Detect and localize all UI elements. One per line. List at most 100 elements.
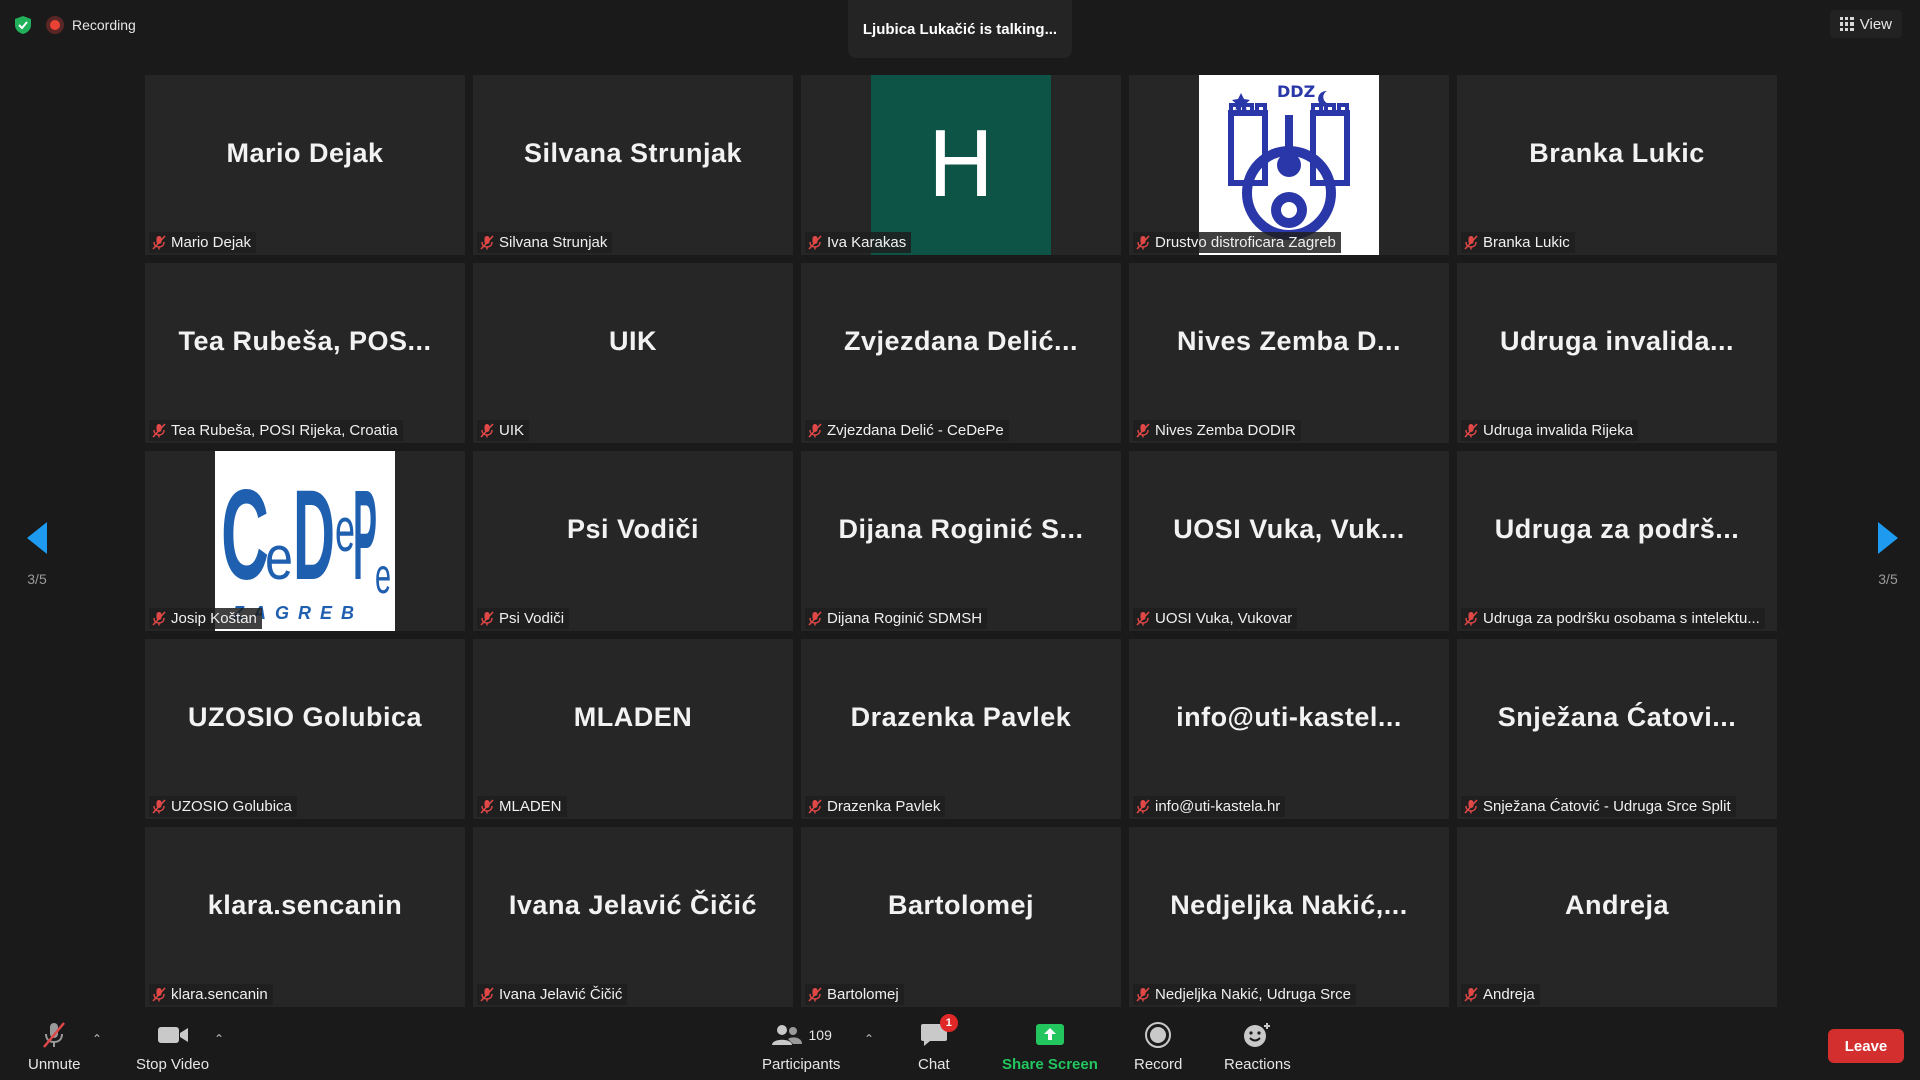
participant-tile[interactable]: Nives Zemba D... Nives Zemba DODIR [1129,263,1449,443]
share-screen-label: Share Screen [1002,1056,1098,1073]
stop-video-button[interactable]: Stop Video [136,1020,209,1073]
participant-name-label: UIK [477,420,530,441]
participant-tile[interactable]: H Iva Karakas [801,75,1121,255]
svg-text:e: e [335,496,355,565]
participant-name-label: Mario Dejak [149,232,257,253]
participant-display-name: info@uti-kastel... [1176,701,1402,732]
participant-name-text: Iva Karakas [827,234,907,251]
muted-mic-icon [1136,423,1150,438]
participant-name-label: Udruga invalida Rijeka [1461,420,1639,441]
participant-tile[interactable]: DDZ Drustvo distroficara Zagreb [1129,75,1449,255]
audio-options-caret-icon[interactable]: ⌃ [92,1032,102,1046]
muted-mic-icon [1136,611,1150,626]
participant-tile[interactable]: Udruga invalida... Udruga invalida Rijeka [1457,263,1777,443]
participant-name-text: MLADEN [499,798,562,815]
participant-tile[interactable]: Udruga za podrš... Udruga za podršku osob… [1457,451,1777,631]
participant-name-text: Silvana Strunjak [499,234,608,251]
record-dot-icon [46,16,64,34]
participant-tile[interactable]: Tea Rubeša, POS... Tea Rubeša, POSI Rijek… [145,263,465,443]
leave-button[interactable]: Leave [1828,1029,1904,1063]
participant-tile[interactable]: Zvjezdana Delić... Zvjezdana Delić - CeDe… [801,263,1121,443]
muted-mic-icon [808,987,822,1002]
share-screen-icon [1035,1020,1065,1050]
participant-name-text: Tea Rubeša, POSI Rijeka, Croatia [171,422,398,439]
reactions-label: Reactions [1224,1056,1291,1073]
participant-name-text: Drustvo distroficara Zagreb [1155,234,1336,251]
view-button[interactable]: View [1829,10,1902,38]
people-icon [771,1025,802,1045]
participant-tile[interactable]: Nedjeljka Nakić,... Nedjeljka Nakić, Udru… [1129,827,1449,1007]
recording-indicator[interactable]: Recording [46,16,136,34]
participant-tile[interactable]: Snježana Ćatovi... Snježana Ćatović - Udr… [1457,639,1777,819]
video-options-caret-icon[interactable]: ⌃ [214,1032,224,1046]
participant-tile[interactable]: Branka Lukic Branka Lukic [1457,75,1777,255]
participant-display-name: Mario Dejak [226,137,384,168]
chat-button[interactable]: 1 Chat [918,1014,958,1073]
muted-mic-icon [808,423,822,438]
muted-mic-icon [152,235,166,250]
muted-mic-icon [1136,799,1150,814]
participant-display-name: UZOSIO Golubica [187,701,423,732]
svg-text:C: C [221,464,269,607]
share-screen-button[interactable]: Share Screen [1002,1020,1098,1073]
participant-display-name: Zvjezdana Delić... [843,325,1079,356]
participant-tile[interactable]: Ivana Jelavić Čičić Ivana Jelavić Čičić [473,827,793,1007]
record-button[interactable]: Record [1134,1020,1182,1073]
participant-tile[interactable]: Mario Dejak Mario Dejak [145,75,465,255]
participant-name-label: Nives Zemba DODIR [1133,420,1301,441]
chat-bubble-icon: 1 [920,1014,958,1050]
previous-page-button[interactable]: 3/5 [17,520,57,587]
muted-mic-icon [480,611,494,626]
reactions-button[interactable]: Reactions [1224,1020,1291,1073]
muted-mic-icon [1464,235,1478,250]
participant-display-name: Udruga za podrš... [1494,513,1740,544]
participant-name-label: Zvjezdana Delić - CeDePe [805,420,1009,441]
participant-name-text: Andreja [1483,986,1535,1003]
participant-name-label: Tea Rubeša, POSI Rijeka, Croatia [149,420,403,441]
participant-tile[interactable]: UOSI Vuka, Vuk... UOSI Vuka, Vukovar [1129,451,1449,631]
participant-name-text: Bartolomej [827,986,899,1003]
muted-mic-icon [152,423,166,438]
participant-name-label: MLADEN [477,796,567,817]
svg-text:e: e [265,524,293,593]
participant-tile[interactable]: MLADEN MLADEN [473,639,793,819]
participant-display-name: Nives Zemba D... [1176,325,1402,356]
participant-tile[interactable]: Silvana Strunjak Silvana Strunjak [473,75,793,255]
participant-tile[interactable]: Psi Vodiči Psi Vodiči [473,451,793,631]
participant-tile[interactable]: UIK UIK [473,263,793,443]
participant-name-label: Bartolomej [805,984,904,1005]
participant-display-name: Dijana Roginić S... [838,513,1084,544]
participant-name-label: UZOSIO Golubica [149,796,297,817]
svg-text:DDZ: DDZ [1277,82,1315,101]
muted-mic-icon [1464,423,1478,438]
participant-tile[interactable]: Ce De Pe ZAGREB Josip Koštan [145,451,465,631]
muted-microphone-icon [39,1020,69,1050]
participant-name-text: Josip Koštan [171,610,257,627]
participant-name-label: Ivana Jelavić Čičić [477,984,628,1005]
participant-name-text: Nives Zemba DODIR [1155,422,1296,439]
shield-icon[interactable] [14,15,32,35]
participant-tile[interactable]: Bartolomej Bartolomej [801,827,1121,1007]
participants-options-caret-icon[interactable]: ⌃ [864,1032,874,1046]
participants-icon-group: 109 [771,1020,832,1050]
participant-name-label: Silvana Strunjak [477,232,613,253]
participant-display-name: klara.sencanin [207,889,403,920]
unmute-label: Unmute [28,1056,81,1073]
participant-tile[interactable]: Andreja Andreja [1457,827,1777,1007]
participant-display-name: Snježana Ćatovi... [1497,701,1737,732]
next-page-button[interactable]: 3/5 [1868,520,1908,587]
participant-name-label: Drustvo distroficara Zagreb [1133,232,1341,253]
unmute-button[interactable]: Unmute [28,1020,81,1073]
muted-mic-icon [1464,987,1478,1002]
participant-name-text: Udruga za podršku osobama s intelektu... [1483,610,1760,627]
participant-name-text: UIK [499,422,525,439]
participant-tile[interactable]: Drazenka Pavlek Drazenka Pavlek [801,639,1121,819]
participant-tile[interactable]: UZOSIO Golubica UZOSIO Golubica [145,639,465,819]
participant-tile[interactable]: klara.sencanin klara.sencanin [145,827,465,1007]
participant-display-name: Branka Lukic [1529,137,1705,168]
participant-tile[interactable]: info@uti-kastel... info@uti-kastela.hr [1129,639,1449,819]
participant-tile[interactable]: Dijana Roginić S... Dijana Roginić SDMSH [801,451,1121,631]
participants-button[interactable]: 109 Participants [762,1020,840,1073]
participant-name-text: Drazenka Pavlek [827,798,941,815]
page-indicator-left: 3/5 [27,571,47,587]
